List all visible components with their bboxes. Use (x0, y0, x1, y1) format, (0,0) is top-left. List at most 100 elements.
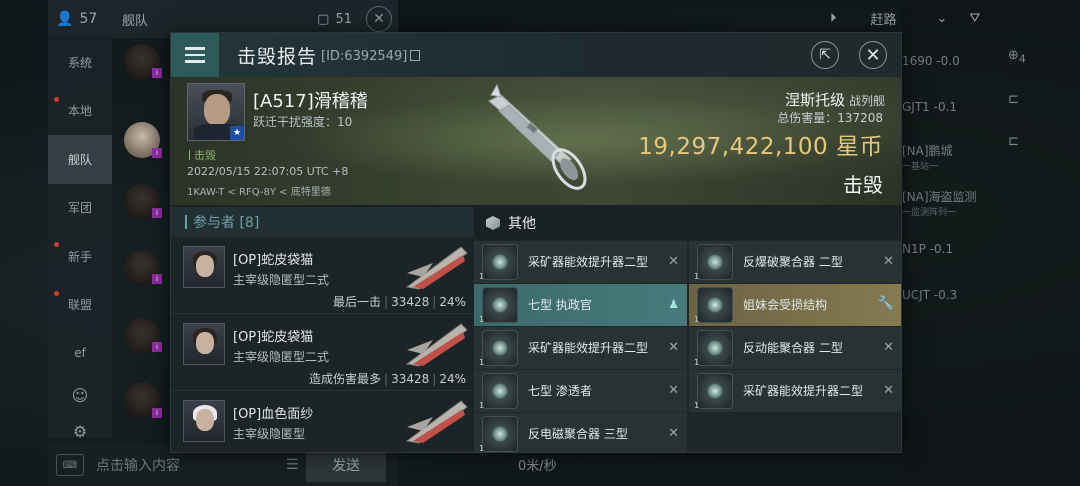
participant-name: [OP]蛇皮袋猫 (233, 330, 314, 345)
participant-avatar[interactable] (183, 400, 225, 442)
status-tag: 击毁 (189, 147, 216, 163)
star-icon: ★ (230, 126, 244, 140)
badge-icon: i (152, 148, 162, 158)
badge-icon: i (152, 342, 162, 352)
contacts-icon[interactable]: ☺ (48, 378, 112, 414)
report-id-text: [ID:6392549] (321, 49, 408, 64)
route-label[interactable]: 赶路 (871, 9, 897, 28)
participant-stats: 造成伤害最多 | 33428 | 24% (309, 372, 466, 386)
victim-summary: ★ [A517]滑稽稽 跃迁干扰强度：10 击毁 2022/05/15 22:0… (171, 77, 901, 205)
participant-ship-icon (405, 400, 468, 444)
ship-name-text: 涅斯托级 (784, 91, 845, 109)
overview-row[interactable]: UCJT -0.3 (902, 288, 957, 302)
stat-label: 造成伤害最多 (309, 372, 382, 386)
nav-item-fleet[interactable]: 舰队 (48, 135, 112, 184)
destroyed-icon: ✕ (883, 383, 894, 398)
victim-ship-image[interactable] (471, 81, 601, 201)
result-label: 击毁 (843, 173, 883, 197)
participant-avatar[interactable] (183, 323, 225, 365)
item-quantity: 1 (694, 272, 700, 281)
ship-class: 战列舰 (848, 94, 885, 108)
item-row[interactable]: 1 七型 执政官 ♟ (474, 284, 687, 326)
nav-item-rookie[interactable]: 新手 (48, 232, 112, 281)
bracket-icon[interactable]: ⊏ (1008, 92, 1019, 107)
report-id[interactable]: [ID:6392549] (321, 49, 421, 64)
item-row[interactable]: 1 七型 渗透者 ✕ (474, 370, 687, 412)
nav-item-system[interactable]: 系统 (48, 38, 112, 87)
close-button[interactable]: ✕ (859, 41, 887, 69)
item-row[interactable]: 1 反电磁聚合器 三型 ✕ (474, 413, 687, 453)
overview-topbar: ⏵ 赶路 ⌄ ⛛ (830, 4, 1080, 32)
overview-row[interactable]: N1P -0.1 (902, 242, 953, 256)
route-icon[interactable]: ⏵ (830, 11, 837, 26)
module-icon: 1 (694, 287, 733, 324)
module-icon: 1 (694, 373, 733, 410)
participant-row[interactable]: [OP]蛇皮袋猫 主宰级隐匿型二式 最后一击 | 33428 | 24% (171, 237, 474, 314)
item-quantity: 1 (479, 401, 485, 410)
cube-icon (486, 216, 500, 230)
nav-label: 新手 (67, 249, 92, 264)
item-row[interactable]: 1 反爆破聚合器 二型 ✕ (689, 241, 901, 283)
nav-label: 本地 (67, 104, 92, 119)
item-row[interactable]: 1 姐妹会受损结构 🔧 (689, 284, 901, 326)
channel-title: 舰队 (122, 13, 149, 29)
overview-row-label: GJT1 -0.1 (902, 100, 958, 114)
chat-channel-nav: 系统 本地 舰队 军团 新手 联盟 ef ☺ ⚙ (48, 38, 112, 441)
share-button[interactable]: ⇱ (811, 41, 839, 69)
participant-ship: 主宰级隐匿型二式 (233, 273, 330, 287)
destroyed-icon: ✕ (668, 426, 679, 441)
notification-dot (54, 242, 59, 247)
kill-location[interactable]: 1KAW-T < RFQ-8Y < 底特里德 (187, 183, 331, 198)
overview-row[interactable]: [NA]海盗监测 一监测阵列一 (902, 188, 977, 218)
participant-name: [OP]蛇皮袋猫 (233, 253, 314, 268)
nav-item-local[interactable]: 本地 (48, 87, 112, 136)
list-icon[interactable]: ☰ (286, 457, 299, 473)
participant-row[interactable]: [OP]蛇皮袋猫 主宰级隐匿型二式 造成伤害最多 | 33428 | 24% (171, 314, 474, 391)
copy-icon[interactable] (410, 50, 421, 61)
player-count-value: 57 (79, 11, 98, 27)
destroyed-icon: ✕ (668, 254, 679, 269)
nav-label: 系统 (67, 55, 92, 70)
item-quantity: 1 (479, 444, 485, 453)
destroyed-icon: ✕ (668, 340, 679, 355)
overview-row[interactable]: GJT1 -0.1 (902, 100, 957, 114)
badge-icon: i (152, 274, 162, 284)
item-row[interactable]: 1 采矿器能效提升器二型 ✕ (474, 241, 687, 283)
participant-ship: 主宰级隐匿型 (233, 427, 306, 441)
item-row[interactable]: 1 采矿器能效提升器二型 ✕ (689, 370, 901, 412)
menu-button[interactable] (171, 33, 219, 77)
participants-list: 参与者 [8] [OP]蛇皮袋猫 主宰级隐匿型二式 最后一击 | 33428 | 24%… (171, 207, 474, 452)
item-row[interactable]: 1 采矿器能效提升器二型 ✕ (474, 327, 687, 369)
bracket-icon[interactable]: ⊏ (1008, 134, 1019, 149)
victim-portrait[interactable]: ★ (187, 83, 245, 141)
chat-input[interactable]: 点击输入内容 (96, 455, 246, 475)
filter-icon[interactable]: ⛛ (969, 11, 980, 26)
nav-item-corp[interactable]: 军团 (48, 184, 112, 233)
participant-ship: 主宰级隐匿型二式 (233, 350, 330, 364)
chevron-down-icon[interactable]: ⌄ (937, 11, 948, 26)
send-button[interactable]: 发送 (306, 448, 386, 482)
participant-avatar[interactable] (183, 246, 225, 288)
other-items-title: 其他 (508, 216, 536, 232)
total-damage: 总伤害量：137208 (777, 111, 883, 125)
stat-damage: 33428 (391, 295, 430, 309)
badge-icon: i (152, 408, 162, 418)
victim-name[interactable]: [A517]滑稽稽 (253, 87, 368, 113)
keyboard-icon[interactable]: ⌨ (56, 454, 84, 476)
nav-item-alliance[interactable]: 联盟 (48, 281, 112, 330)
chat-close-button[interactable]: ✕ (366, 6, 392, 32)
ship-name[interactable]: 涅斯托级 战列舰 (785, 89, 885, 110)
fleet-count: 4 (1018, 52, 1026, 66)
overview-row[interactable]: [NA]鹏城 ー基站一 (902, 142, 953, 172)
participant-row[interactable]: [OP]血色面纱 主宰级隐匿型 (171, 391, 474, 452)
player-count[interactable]: 👤 57 (48, 11, 116, 27)
fleet-count-icon[interactable]: ⊕4 (1008, 48, 1026, 66)
stat-damage: 33428 (391, 372, 430, 386)
item-quantity: 1 (479, 315, 485, 324)
item-label: 七型 执政官 (528, 298, 592, 312)
unread-count[interactable]: ▢ 51 (317, 12, 352, 27)
unread-value: 51 (335, 11, 352, 27)
nav-item-ef[interactable]: ef (48, 329, 112, 378)
item-row[interactable]: 1 反动能聚合器 二型 ✕ (689, 327, 901, 369)
overview-row[interactable]: 1690 -0.0 (902, 54, 960, 68)
